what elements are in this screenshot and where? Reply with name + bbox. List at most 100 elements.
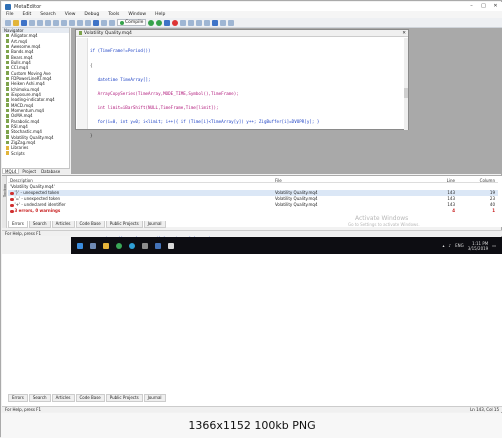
lower-blank-area [2,254,502,406]
tab-code-base[interactable]: Code Base [75,221,105,228]
menu-file[interactable]: File [6,12,14,17]
menu-view[interactable]: View [65,12,76,17]
pause-icon[interactable] [164,19,171,26]
code-line: datetime TimeArray[]; [90,76,151,82]
file-explorer-icon[interactable] [103,242,109,249]
chrome-icon[interactable] [116,242,122,249]
compile-button[interactable]: Compile [117,19,147,26]
tree-folder-scripts[interactable]: Scripts [6,151,69,156]
tab-search[interactable]: Search [28,221,51,228]
tab-articles[interactable]: Articles [51,394,75,402]
activate-windows-subtext: Go to Settings to activate Windows. [348,222,420,227]
minimize-button[interactable]: – [467,3,476,9]
navigator-panel: Navigator Alligator.mq4 Art.mq4 Awesome.… [2,28,70,174]
menu-search[interactable]: Search [40,12,55,17]
profile-icon[interactable] [212,19,219,26]
edge-icon[interactable] [129,242,135,249]
search-icon[interactable] [69,19,75,26]
open-folder-icon[interactable] [13,19,19,26]
bookmark-icon[interactable] [93,19,99,26]
tab-search[interactable]: Search [28,394,51,402]
code-line: if (TimeFrame!=Period()) [90,48,151,54]
options-icon[interactable] [228,19,235,26]
app-window: MetaEditor – □ ✕ File Edit Search View D… [0,0,502,438]
tab-public-projects[interactable]: Public Projects [105,394,143,402]
tab-journal[interactable]: Journal [143,394,166,402]
clock[interactable]: 1:11 PM 3/15/2019 [468,241,489,251]
step-out-icon[interactable] [196,19,203,26]
lower-status-bar: For Help, press F1 Ln 143, Col 15 [2,406,502,412]
error-summary: 3 errors, 0 warnings [14,208,61,214]
step-into-icon[interactable] [180,19,187,26]
step-over-icon[interactable] [188,19,195,26]
terminal-icon[interactable] [220,19,227,26]
paste-icon[interactable] [45,19,51,26]
network-icon[interactable]: ▴ [443,243,445,248]
outdent-icon[interactable] [109,19,115,26]
compile-label: Compile [125,20,144,25]
table-row[interactable]: '+' - undeclared identifier Volatility Q… [8,202,498,208]
metatrader-icon[interactable] [155,242,161,249]
compile-icon [120,20,124,25]
copy-icon[interactable] [37,19,43,26]
tab-articles[interactable]: Articles [51,221,75,228]
table-row[interactable]: '=' - unexpected token Volatility Qualit… [8,196,498,202]
new-file-icon[interactable] [5,19,11,26]
windows-start-icon[interactable] [77,242,83,249]
stop-icon[interactable] [172,19,179,26]
task-view-icon[interactable] [90,242,96,249]
file-icon [6,87,9,91]
tab-public-projects[interactable]: Public Projects [105,221,143,228]
title-bar: MetaEditor – □ ✕ [2,2,502,11]
navigator-toggle-icon[interactable] [77,19,83,26]
editor-close-icon[interactable]: ✕ [402,31,406,36]
redo-icon[interactable] [61,19,67,26]
language-indicator[interactable]: ENG [455,243,464,248]
save-icon[interactable] [21,19,27,26]
column-line[interactable]: Line [415,178,455,183]
file-icon [6,103,9,107]
breakpoint-icon[interactable] [204,19,211,26]
menu-tools[interactable]: Tools [108,12,119,17]
error-icon [10,197,14,202]
editor-scrollbar[interactable] [404,38,408,130]
menu-window[interactable]: Window [128,12,146,17]
menu-debug[interactable]: Debug [84,12,99,17]
indent-icon[interactable] [101,19,107,26]
menu-bar: File Edit Search View Debug Tools Window… [2,11,502,18]
table-row[interactable]: 3 errors, 0 warnings 4 1 [8,208,498,214]
start-debug-icon[interactable] [148,19,155,26]
column-file[interactable]: File [273,178,415,183]
tab-errors[interactable]: Errors [8,394,28,402]
column-column[interactable]: Column [455,178,495,183]
tab-database[interactable]: Database [39,169,62,174]
menu-help[interactable]: Help [155,12,165,17]
column-description[interactable]: Description [8,178,273,183]
row-description: '+' - undeclared identifier [14,202,66,208]
menu-edit[interactable]: Edit [23,12,32,17]
tab-code-base[interactable]: Code Base [75,394,105,402]
scrollbar-thumb[interactable] [404,88,408,98]
code-line: int limit=iBarShift(NULL,TimeFrame,Time[… [90,104,219,110]
table-row[interactable]: 'Volatility Quality.mq4' [8,184,498,190]
tab-project[interactable]: Project [20,169,38,174]
undo-icon[interactable] [53,19,59,26]
close-button[interactable]: ✕ [491,3,500,9]
navigator-tabs: MQL4 Project Database [2,168,70,174]
start-history-icon[interactable] [156,19,163,26]
maximize-button[interactable]: □ [479,3,488,9]
store-icon[interactable] [142,242,148,249]
volume-icon[interactable]: ♪ [449,243,452,248]
folder-icon [6,146,9,150]
notifications-icon[interactable]: ▭ [492,243,496,248]
cursor-position: Ln 143, Col 15 [470,407,499,412]
tab-errors[interactable]: Errors [8,221,28,228]
toolbox-toggle-icon[interactable] [85,19,91,26]
editor-tab-title[interactable]: Volatility Quality.mq4 [84,31,132,36]
cut-icon[interactable] [29,19,35,26]
table-row[interactable]: '}' - unexpected token Volatility Qualit… [8,190,498,196]
tab-journal[interactable]: Journal [143,221,166,228]
metaeditor-taskbar-icon[interactable] [168,242,174,249]
windows-taskbar: ▴ ♪ ENG 1:11 PM 3/15/2019 ▭ [71,237,502,254]
tab-mql4[interactable]: MQL4 [2,169,20,174]
